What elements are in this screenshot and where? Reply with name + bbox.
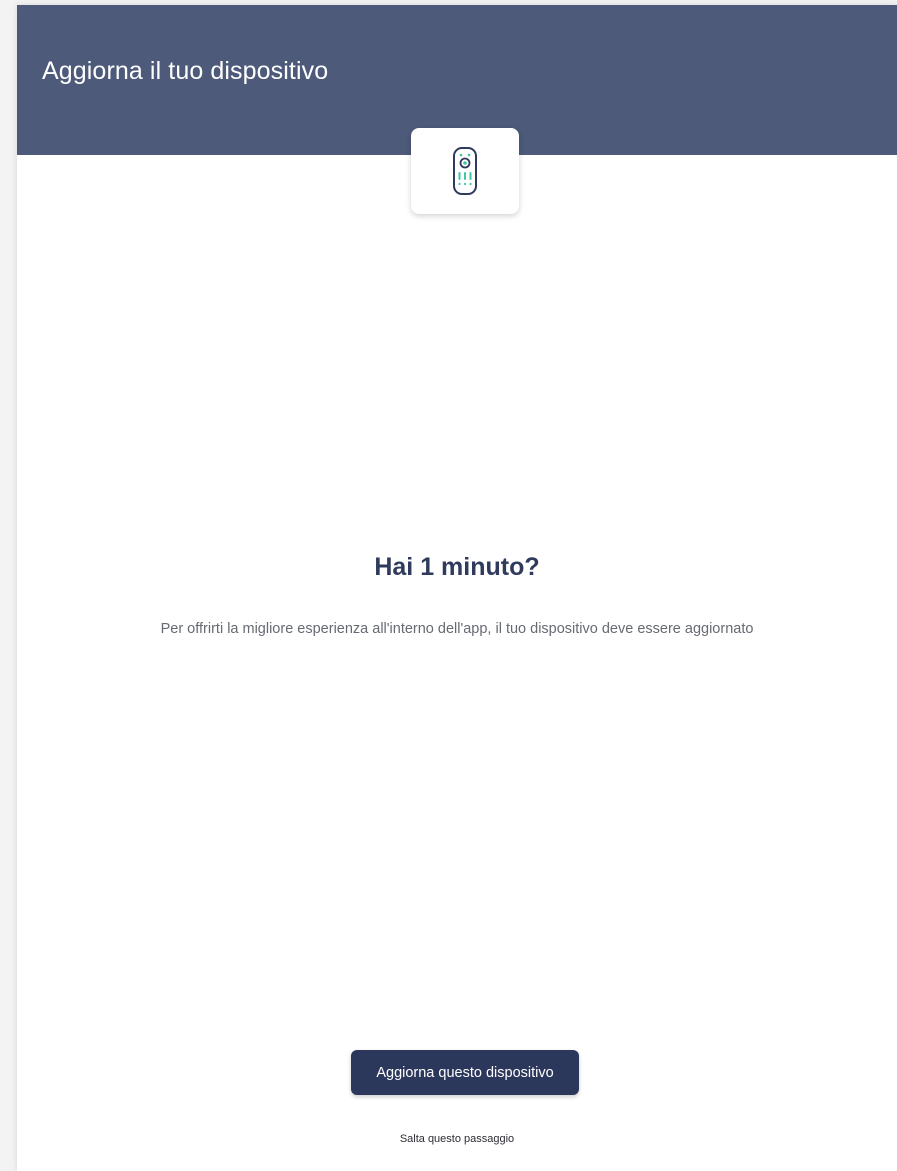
page-title: Aggiorna il tuo dispositivo (42, 57, 329, 85)
content-description: Per offrirti la migliore esperienza all'… (160, 621, 754, 637)
content-heading: Hai 1 minuto? (374, 553, 540, 581)
remote-control-icon (453, 147, 477, 195)
update-device-button[interactable]: Aggiorna questo dispositivo (351, 1050, 579, 1095)
app-window: Aggiorna il tuo dispositivo Hai 1 minuto… (17, 5, 897, 1171)
device-icon-card (411, 128, 519, 214)
skip-step-link[interactable]: Salta questo passaggio (17, 1133, 897, 1145)
